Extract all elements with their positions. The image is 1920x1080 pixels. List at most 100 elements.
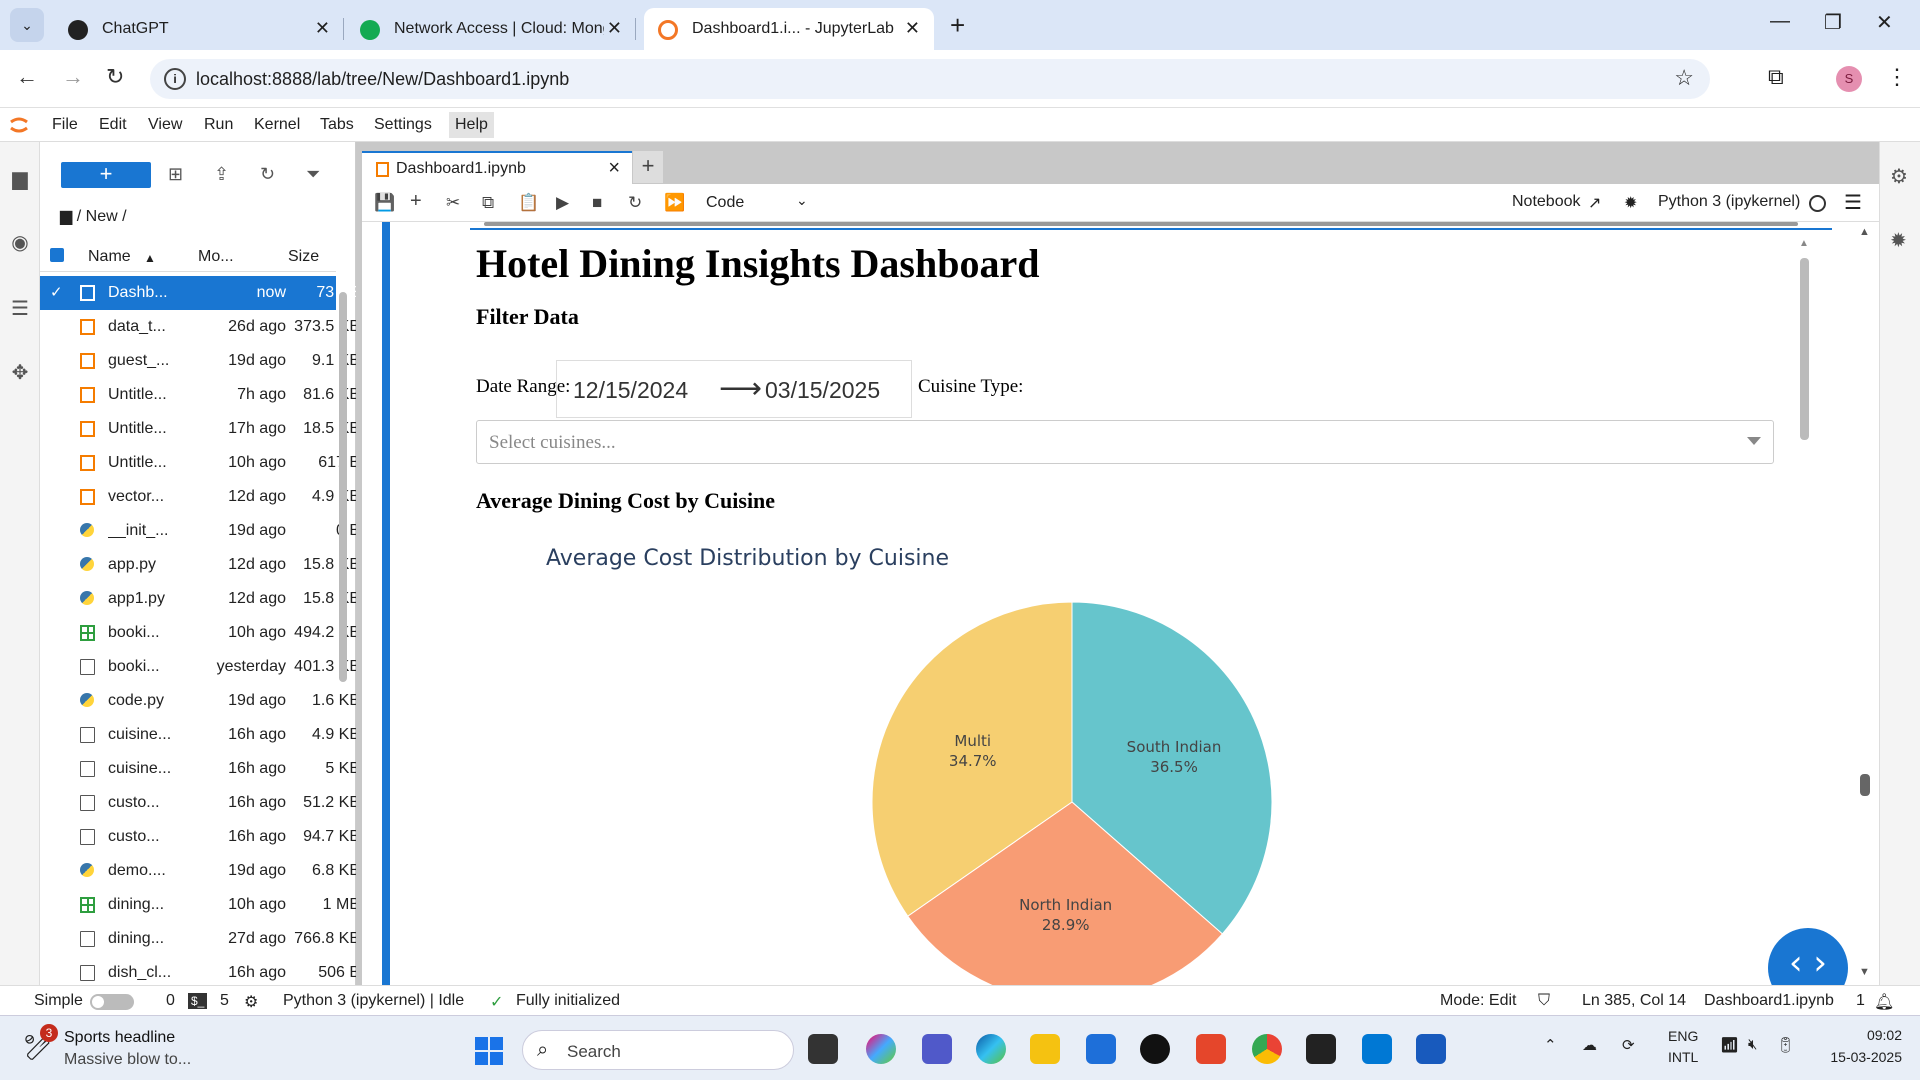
language-secondary[interactable]: INTL	[1668, 1049, 1698, 1065]
date-range-picker[interactable]: 12/15/2024 ⟶ 03/15/2025	[556, 360, 912, 418]
terminal-icon[interactable]	[1306, 1034, 1336, 1064]
menu-help[interactable]: Help	[449, 112, 494, 138]
external-link-icon[interactable]: ↗	[1588, 193, 1601, 213]
menu-settings[interactable]: Settings	[374, 116, 432, 134]
chevron-down-icon[interactable]: ⌄	[796, 192, 808, 209]
file-row[interactable]: custo... 16h ago 94.7 KB	[40, 820, 360, 854]
table-of-contents-icon[interactable]: ☰	[9, 296, 31, 320]
filter-icon[interactable]: ⏷	[306, 164, 320, 185]
copy-icon[interactable]: ⧉	[482, 193, 494, 213]
file-row[interactable]: app1.py 12d ago 15.8 KB	[40, 582, 360, 616]
dell-icon[interactable]	[1140, 1034, 1170, 1064]
file-row[interactable]: guest_... 19d ago 9.1 KB	[40, 344, 360, 378]
debugger-icon[interactable]: ✹	[1624, 193, 1637, 213]
tab-search-button[interactable]: ⌄	[10, 8, 44, 42]
file-row[interactable]: Untitle... 10h ago 617 B	[40, 446, 360, 480]
folder-icon[interactable]: ▆	[9, 166, 31, 190]
end-date-input[interactable]: 03/15/2025	[765, 377, 880, 404]
run-icon[interactable]: ▶	[556, 193, 569, 213]
browser-menu-icon[interactable]: ⋮	[1886, 64, 1908, 90]
check-icon[interactable]: ✓	[50, 283, 63, 301]
cell-type-select[interactable]: Code	[706, 194, 744, 212]
active-cell-indicator[interactable]	[382, 222, 390, 985]
simple-mode-toggle[interactable]	[90, 994, 134, 1010]
windows-start-icon[interactable]	[475, 1037, 503, 1065]
menu-run[interactable]: Run	[204, 116, 233, 134]
file-row[interactable]: cuisine... 16h ago 5 KB	[40, 752, 360, 786]
file-row[interactable]: dining... 10h ago 1 MB	[40, 888, 360, 922]
browser-tab-chatgpt[interactable]: ChatGPT ✕	[54, 8, 344, 50]
scrollbar-thumb[interactable]	[1860, 774, 1870, 796]
volume-muted-icon[interactable]: 🔇︎	[1748, 1036, 1757, 1053]
file-row[interactable]: data_t... 26d ago 373.5 KB	[40, 310, 360, 344]
refresh-icon[interactable]: ↻	[260, 164, 275, 185]
file-row[interactable]: demo.... 19d ago 6.8 KB	[40, 854, 360, 888]
scroll-up-icon[interactable]: ▲	[1799, 238, 1809, 249]
column-name[interactable]: Name	[88, 248, 131, 266]
clock-time[interactable]: 09:02	[1858, 1027, 1902, 1043]
task-view-icon[interactable]	[808, 1034, 838, 1064]
file-row[interactable]: cuisine... 16h ago 4.9 KB	[40, 718, 360, 752]
browser-tab-jupyterlab[interactable]: Dashboard1.i... - JupyterLab ✕	[644, 8, 934, 50]
bookmark-star-icon[interactable]: ☆	[1674, 65, 1694, 91]
teams-icon[interactable]	[922, 1034, 952, 1064]
output-scrollbar[interactable]: ▲	[1796, 232, 1812, 985]
upload-icon[interactable]: ⇪	[214, 164, 229, 185]
close-icon[interactable]: ✕	[607, 18, 622, 39]
bell-icon[interactable]: 🔔︎	[1874, 992, 1894, 1012]
battery-icon[interactable]: 🔋︎	[1776, 1036, 1795, 1054]
kernels-count[interactable]: 5	[220, 992, 229, 1010]
menu-view[interactable]: View	[148, 116, 182, 134]
news-title[interactable]: Sports headline	[64, 1029, 175, 1047]
file-row[interactable]: Untitle... 7h ago 81.6 KB	[40, 378, 360, 412]
onedrive-icon[interactable]: ☁	[1582, 1036, 1597, 1054]
close-icon[interactable]: ✕	[315, 18, 330, 39]
save-icon[interactable]: 💾	[374, 193, 395, 213]
menu-file[interactable]: File	[52, 116, 78, 134]
column-modified[interactable]: Mo...	[198, 248, 234, 266]
scrollbar-thumb[interactable]	[339, 292, 347, 682]
browser-tab-mongodb[interactable]: Network Access | Cloud: Mongo ✕	[346, 8, 636, 50]
breadcrumb[interactable]: ▆ / New /	[60, 206, 127, 226]
reload-icon[interactable]: ↻	[106, 64, 124, 90]
minimize-icon[interactable]: —	[1770, 10, 1790, 33]
cursor-position[interactable]: Ln 385, Col 14	[1582, 992, 1686, 1010]
terminals-count[interactable]: 0	[166, 992, 175, 1010]
restore-icon[interactable]: ❐	[1824, 10, 1842, 35]
restart-kernel-icon[interactable]: ↻	[628, 193, 642, 213]
clock-date[interactable]: 15-03-2025	[1818, 1049, 1902, 1065]
menu-kernel[interactable]: Kernel	[254, 116, 300, 134]
copilot-icon[interactable]	[866, 1034, 896, 1064]
menu-tabs[interactable]: Tabs	[320, 116, 354, 134]
file-row[interactable]: booki... yesterday 401.3 KB	[40, 650, 360, 684]
file-row[interactable]: code.py 19d ago 1.6 KB	[40, 684, 360, 718]
insert-cell-icon[interactable]: +	[410, 190, 422, 213]
editor-mode[interactable]: Mode: Edit	[1440, 992, 1516, 1010]
forward-icon[interactable]: →	[62, 64, 84, 90]
notebook-view-button[interactable]: Notebook	[1512, 193, 1581, 211]
debugger-icon[interactable]: ✹	[1890, 228, 1907, 253]
lsp-status[interactable]: Fully initialized	[516, 992, 620, 1010]
word-icon[interactable]	[1416, 1034, 1446, 1064]
file-row[interactable]: app.py 12d ago 15.8 KB	[40, 548, 360, 582]
extension-manager-icon[interactable]: ✥	[9, 360, 31, 384]
scrollbar-thumb[interactable]	[1800, 258, 1809, 440]
file-row[interactable]: ✓ Dashb... now 73 KB	[40, 276, 360, 310]
scroll-up-icon[interactable]: ▲	[1859, 226, 1870, 238]
sync-icon[interactable]: ⟳	[1622, 1036, 1635, 1054]
tab-dashboard1-notebook[interactable]: Dashboard1.ipynb ×	[362, 151, 632, 184]
property-inspector-icon[interactable]: ⚙	[1890, 164, 1908, 189]
file-explorer-icon[interactable]	[1030, 1034, 1060, 1064]
kernel-name[interactable]: Python 3 (ipykernel)	[1658, 193, 1800, 211]
pie-chart[interactable]: South Indian 36.5% North Indian 28.9% Multi 3…	[862, 592, 1282, 985]
column-size[interactable]: Size	[288, 248, 319, 266]
file-row[interactable]: Untitle... 17h ago 18.5 KB	[40, 412, 360, 446]
edge-icon[interactable]	[976, 1034, 1006, 1064]
kernel-status[interactable]: Python 3 (ipykernel) | Idle	[283, 992, 464, 1010]
wps-office-icon[interactable]	[1196, 1034, 1226, 1064]
cut-icon[interactable]: ✂	[446, 193, 460, 213]
new-doc-tab-button[interactable]: +	[633, 151, 663, 183]
taskbar-search[interactable]: ⌕ Search	[522, 1030, 794, 1070]
file-row[interactable]: custo... 16h ago 51.2 KB	[40, 786, 360, 820]
property-inspector-menu-icon[interactable]: ☰	[1844, 190, 1862, 215]
